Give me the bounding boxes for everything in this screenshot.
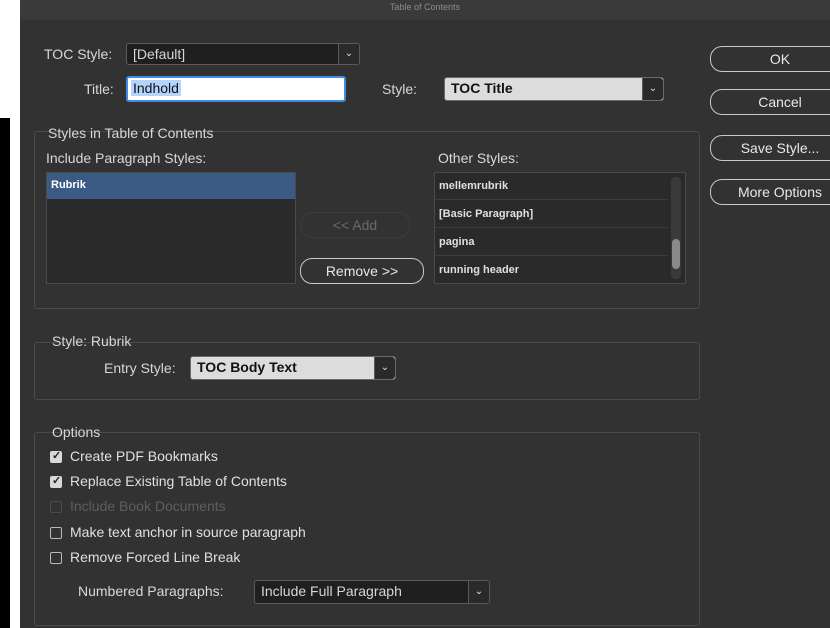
toc-style-value: [Default] (133, 46, 186, 62)
create-pdf-bookmarks-checkbox[interactable] (50, 449, 62, 463)
window-title: Table of Contents (20, 0, 830, 20)
scrollbar-thumb[interactable] (672, 239, 680, 269)
list-item[interactable]: mellemrubrik (435, 173, 667, 200)
chevron-down-icon: ⌄ (338, 44, 359, 64)
scrollbar[interactable] (671, 177, 681, 279)
list-item[interactable]: pagina (435, 229, 667, 256)
include-styles-list[interactable]: Rubrik (46, 172, 296, 284)
numbered-paragraphs-dropdown[interactable]: Include Full Paragraph ⌄ (254, 580, 490, 604)
title-input[interactable]: Indhold (126, 76, 346, 102)
background-strip (0, 118, 10, 628)
cancel-button[interactable]: Cancel (710, 89, 830, 115)
title-style-dropdown[interactable]: TOC Title ⌄ (444, 77, 664, 101)
styles-group-heading: Styles in Table of Contents (48, 125, 214, 141)
list-item[interactable]: running header (435, 257, 667, 283)
numbered-paragraphs-label: Numbered Paragraphs: (78, 583, 224, 599)
title-value: Indhold (131, 80, 181, 96)
numbered-paragraphs-value: Include Full Paragraph (261, 583, 402, 599)
chevron-down-icon: ⌄ (374, 357, 395, 379)
ok-button[interactable]: OK (710, 46, 830, 72)
replace-existing-toc-checkbox[interactable] (50, 474, 62, 488)
save-style-button[interactable]: Save Style... (710, 135, 830, 161)
list-item[interactable]: Rubrik (47, 173, 295, 199)
toc-style-dropdown[interactable]: [Default] ⌄ (126, 43, 360, 65)
entry-style-label: Entry Style: (104, 360, 176, 376)
toc-style-label: TOC Style: (44, 46, 113, 62)
title-label: Title: (84, 81, 114, 97)
chevron-down-icon: ⌄ (642, 78, 663, 100)
entry-style-dropdown[interactable]: TOC Body Text ⌄ (190, 356, 396, 380)
other-styles-list[interactable]: mellemrubrik [Basic Paragraph] pagina ru… (434, 172, 686, 284)
create-pdf-bookmarks-label: Create PDF Bookmarks (70, 448, 218, 464)
entry-style-value: TOC Body Text (197, 359, 297, 375)
more-options-button[interactable]: More Options (710, 179, 830, 205)
remove-forced-line-break-checkbox[interactable] (50, 552, 62, 564)
text-anchor-checkbox[interactable] (50, 527, 62, 539)
list-item[interactable]: [Basic Paragraph] (435, 201, 667, 228)
title-style-label: Style: (382, 81, 418, 97)
toc-dialog: TOC Style: [Default] ⌄ Title: Indhold St… (20, 20, 830, 628)
remove-button[interactable]: Remove >> (300, 258, 424, 284)
include-book-documents-label: Include Book Documents (70, 498, 226, 514)
other-styles-label: Other Styles: (438, 150, 519, 166)
chevron-down-icon: ⌄ (468, 581, 489, 603)
options-heading: Options (52, 424, 101, 440)
remove-forced-line-break-label: Remove Forced Line Break (70, 549, 241, 565)
add-button[interactable]: << Add (300, 212, 410, 238)
replace-existing-toc-label: Replace Existing Table of Contents (70, 473, 287, 489)
style-group-heading: Style: Rubrik (52, 333, 132, 349)
include-styles-label: Include Paragraph Styles: (46, 150, 207, 166)
include-book-documents-checkbox[interactable] (50, 501, 62, 513)
title-style-value: TOC Title (451, 80, 513, 96)
text-anchor-label: Make text anchor in source paragraph (70, 524, 306, 540)
